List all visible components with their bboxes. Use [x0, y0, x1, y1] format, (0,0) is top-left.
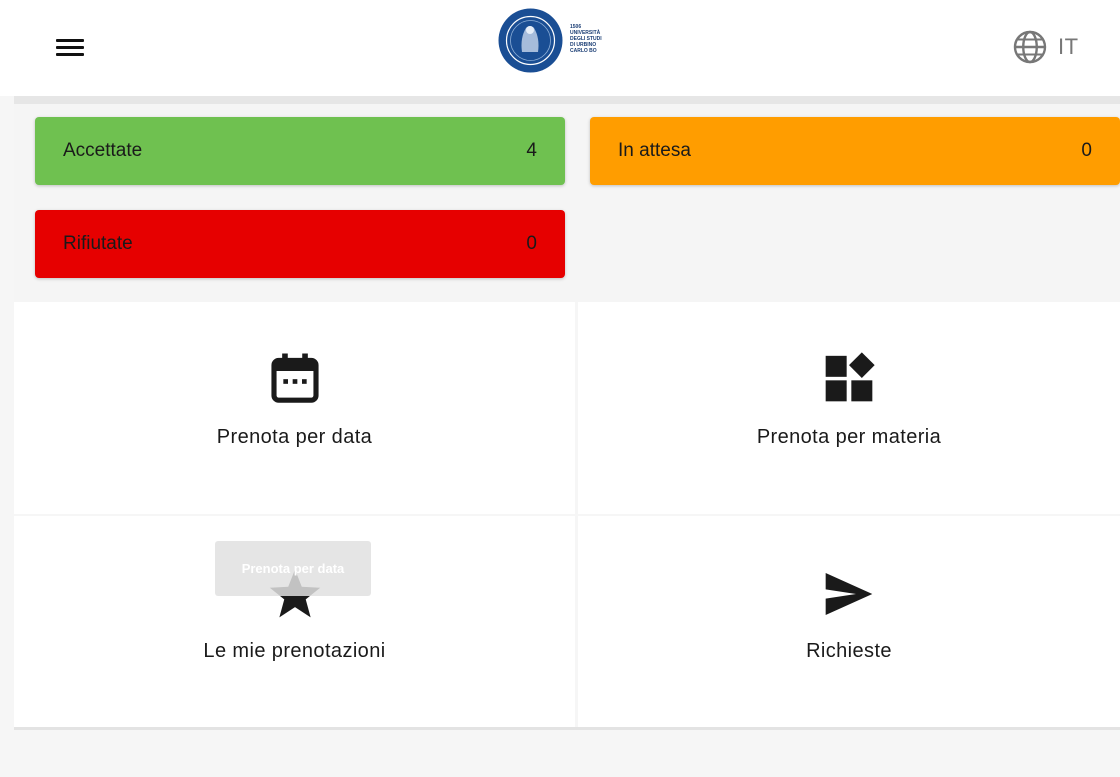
calendar-icon [270, 353, 319, 403]
bottom-divider [14, 727, 1120, 730]
header-divider [14, 96, 1120, 104]
status-count: 0 [1081, 140, 1092, 161]
status-count: 4 [526, 140, 537, 161]
menu-tile-label: Prenota per materia [756, 426, 942, 448]
status-card-rejected[interactable]: Rifiutate 0 [35, 210, 565, 278]
status-card-accepted[interactable]: Accettate 4 [35, 117, 565, 185]
menu-tile-label: Le mie prenotazioni [203, 640, 386, 662]
university-logo[interactable]: 1506 UNIVERSITÀ DEGLI STUDI DI URBINO CA… [498, 8, 638, 74]
category-icon [825, 352, 875, 402]
menu-tile-book-by-date[interactable]: Prenota per data [14, 302, 575, 514]
status-card-pending[interactable]: In attesa 0 [590, 117, 1120, 185]
status-label: Accettate [63, 140, 143, 161]
app-header: 1506 UNIVERSITÀ DEGLI STUDI DI URBINO CA… [0, 0, 1120, 96]
status-label: In attesa [618, 140, 691, 161]
language-label: IT [1058, 34, 1079, 59]
tooltip: Prenota per data [215, 541, 371, 596]
language-selector[interactable]: IT [1012, 27, 1079, 67]
hamburger-menu-icon [56, 39, 84, 42]
university-seal-icon [498, 8, 563, 73]
status-label: Rifiutate [63, 233, 133, 254]
menu-tile-book-by-subject[interactable]: Prenota per materia [578, 302, 1120, 514]
logo-text: 1506 UNIVERSITÀ DEGLI STUDI DI URBINO CA… [570, 24, 640, 54]
menu-tile-requests[interactable]: Richieste [578, 516, 1120, 727]
send-icon [825, 573, 873, 615]
menu-tile-label: Prenota per data [216, 426, 373, 448]
globe-icon [1013, 30, 1047, 64]
menu-button[interactable] [52, 28, 92, 68]
status-count: 0 [526, 233, 537, 254]
menu-tile-label: Richieste [806, 640, 892, 662]
